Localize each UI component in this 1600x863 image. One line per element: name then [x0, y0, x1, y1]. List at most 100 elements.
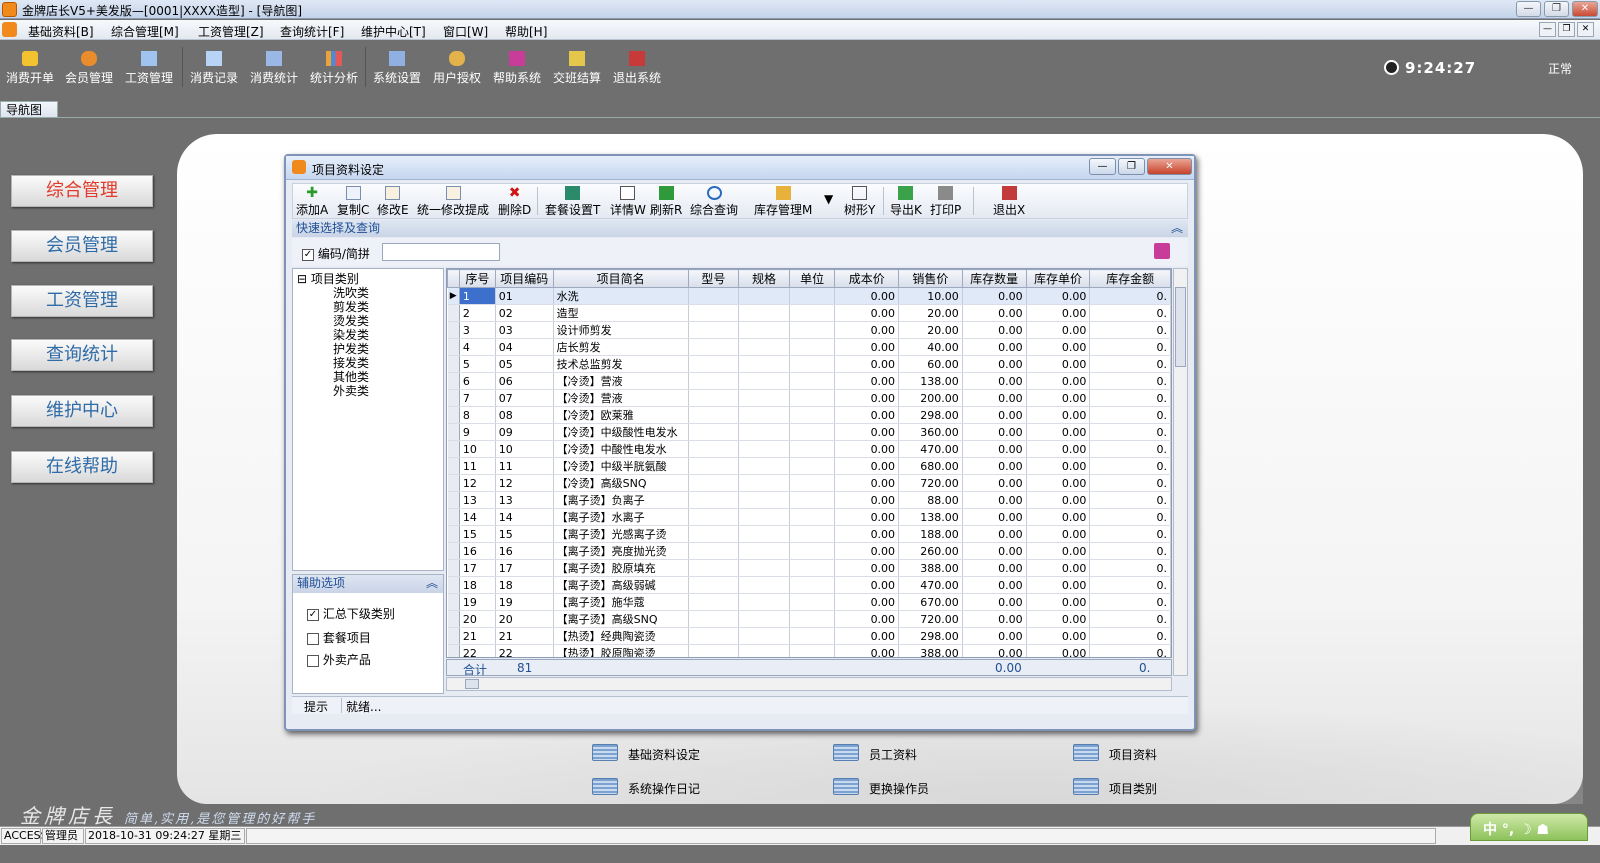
table-cell[interactable]: 0.00: [1026, 542, 1091, 560]
row-indicator[interactable]: [447, 542, 460, 560]
table-cell[interactable]: 11: [459, 457, 496, 475]
tree-node[interactable]: 外卖类: [333, 382, 369, 399]
table-cell[interactable]: 16: [495, 542, 554, 560]
table-cell[interactable]: 【冷烫】欧莱雅: [553, 406, 689, 424]
table-cell[interactable]: 【冷烫】中级酸性电发水: [553, 423, 689, 441]
table-cell[interactable]: [789, 406, 836, 424]
table-cell[interactable]: 0.00: [1026, 508, 1091, 526]
table-cell[interactable]: [789, 508, 836, 526]
table-cell[interactable]: 470.00: [898, 576, 963, 594]
table-cell[interactable]: 298.00: [898, 627, 963, 645]
dialog-minimize-button[interactable]: —: [1089, 158, 1116, 175]
table-cell[interactable]: 【离子烫】亮度抛光烫: [553, 542, 689, 560]
table-cell[interactable]: 【离子烫】施华蔻: [553, 593, 689, 611]
table-cell[interactable]: 6: [459, 372, 496, 390]
table-cell[interactable]: 0.: [1089, 423, 1171, 441]
col-header[interactable]: 成本价: [834, 269, 900, 288]
table-cell[interactable]: 388.00: [898, 644, 963, 657]
table-cell[interactable]: 0.00: [834, 508, 900, 526]
table-cell[interactable]: 0.00: [834, 389, 900, 407]
sum-subcategory-checkbox[interactable]: ✓ 汇总下级类别: [307, 605, 395, 622]
row-indicator[interactable]: [447, 508, 460, 526]
table-cell[interactable]: 02: [495, 304, 554, 322]
row-indicator[interactable]: [447, 593, 460, 611]
details-button[interactable]: 详情W: [610, 186, 646, 218]
table-cell[interactable]: [789, 372, 836, 390]
table-cell[interactable]: 08: [495, 406, 554, 424]
table-cell[interactable]: 0.: [1089, 287, 1171, 305]
menu-window[interactable]: 窗口[W]: [443, 23, 488, 40]
table-row[interactable]: 22 22 【热烫】胶原陶瓷烫 0.00 388.00 0.00 0.00 0.: [447, 644, 1171, 657]
table-cell[interactable]: [738, 525, 790, 543]
table-cell[interactable]: [688, 304, 740, 322]
table-cell[interactable]: [688, 440, 740, 458]
table-row[interactable]: 12 12 【冷烫】高级SNQ 0.00 720.00 0.00 0.00 0.: [447, 474, 1171, 492]
minimize-button[interactable]: —: [1516, 1, 1541, 17]
table-cell[interactable]: [688, 542, 740, 560]
table-cell[interactable]: 0.00: [1026, 338, 1091, 356]
table-cell[interactable]: 0.: [1089, 610, 1171, 628]
table-cell[interactable]: [688, 644, 740, 657]
table-row[interactable]: ▶ 1 01 水洗 0.00 10.00 0.00 0.00 0.: [447, 287, 1171, 305]
table-cell[interactable]: 0.: [1089, 644, 1171, 657]
close-button[interactable]: ✕: [1572, 1, 1598, 17]
row-indicator[interactable]: [447, 576, 460, 594]
table-row[interactable]: 3 03 设计师剪发 0.00 20.00 0.00 0.00 0.: [447, 321, 1171, 339]
row-indicator[interactable]: [447, 525, 460, 543]
tb-salary-button[interactable]: 工资管理: [122, 47, 176, 91]
menu-maintenance[interactable]: 维护中心[T]: [361, 23, 426, 40]
tb-auth-button[interactable]: 用户授权: [430, 47, 484, 91]
table-cell[interactable]: [789, 610, 836, 628]
table-cell[interactable]: 0.00: [1026, 559, 1091, 577]
table-cell[interactable]: 5: [459, 355, 496, 373]
table-cell[interactable]: 10: [459, 440, 496, 458]
table-cell[interactable]: [738, 542, 790, 560]
table-cell[interactable]: 3: [459, 321, 496, 339]
col-header[interactable]: 项目简名: [552, 269, 689, 288]
table-cell[interactable]: 0.00: [962, 423, 1027, 441]
row-indicator[interactable]: [447, 440, 460, 458]
table-row[interactable]: 10 10 【冷烫】中酸性电发水 0.00 470.00 0.00 0.00 0.: [447, 440, 1171, 458]
table-cell[interactable]: 0.00: [962, 593, 1027, 611]
table-cell[interactable]: [789, 559, 836, 577]
table-cell[interactable]: 680.00: [898, 457, 963, 475]
scroll-thumb[interactable]: [465, 679, 479, 689]
table-cell[interactable]: 88.00: [898, 491, 963, 509]
table-cell[interactable]: 0.00: [1026, 389, 1091, 407]
table-cell[interactable]: 0.00: [834, 423, 900, 441]
table-cell[interactable]: 0.: [1089, 304, 1171, 322]
table-cell[interactable]: 1: [459, 287, 496, 305]
table-cell[interactable]: 【冷烫】中酸性电发水: [553, 440, 689, 458]
search-input[interactable]: [382, 243, 500, 261]
table-cell[interactable]: 【冷烫】营液: [553, 389, 689, 407]
table-cell[interactable]: 670.00: [898, 593, 963, 611]
table-cell[interactable]: 21: [459, 627, 496, 645]
table-cell[interactable]: 06: [495, 372, 554, 390]
table-cell[interactable]: 0.: [1089, 406, 1171, 424]
table-cell[interactable]: 0.00: [962, 644, 1027, 657]
table-cell[interactable]: 22: [459, 644, 496, 657]
package-item-checkbox[interactable]: 套餐项目: [307, 629, 371, 646]
takeaway-checkbox[interactable]: 外卖产品: [307, 651, 371, 668]
table-cell[interactable]: 0.: [1089, 389, 1171, 407]
table-cell[interactable]: [688, 423, 740, 441]
table-cell[interactable]: [789, 287, 836, 305]
tb-checkout-button[interactable]: 消费开单: [4, 47, 56, 91]
table-cell[interactable]: 0.: [1089, 440, 1171, 458]
row-indicator[interactable]: [447, 644, 460, 657]
col-header[interactable]: 销售价: [898, 269, 963, 288]
code-pinyin-checkbox[interactable]: ✓ 编码/简拼: [302, 245, 370, 262]
table-cell[interactable]: 17: [459, 559, 496, 577]
col-header[interactable]: 序号: [458, 269, 496, 288]
tb-exit-button[interactable]: 退出系统: [610, 47, 664, 91]
table-cell[interactable]: [789, 491, 836, 509]
table-cell[interactable]: 0.00: [834, 440, 900, 458]
delete-button[interactable]: ✖ 删除D: [498, 186, 531, 218]
table-cell[interactable]: 2: [459, 304, 496, 322]
menu-salary-mgmt[interactable]: 工资管理[Z]: [198, 23, 264, 40]
table-cell[interactable]: 0.00: [834, 355, 900, 373]
table-cell[interactable]: [688, 338, 740, 356]
table-cell[interactable]: 0.00: [962, 525, 1027, 543]
table-cell[interactable]: 0.00: [1026, 287, 1091, 305]
table-row[interactable]: 2 02 造型 0.00 20.00 0.00 0.00 0.: [447, 304, 1171, 322]
